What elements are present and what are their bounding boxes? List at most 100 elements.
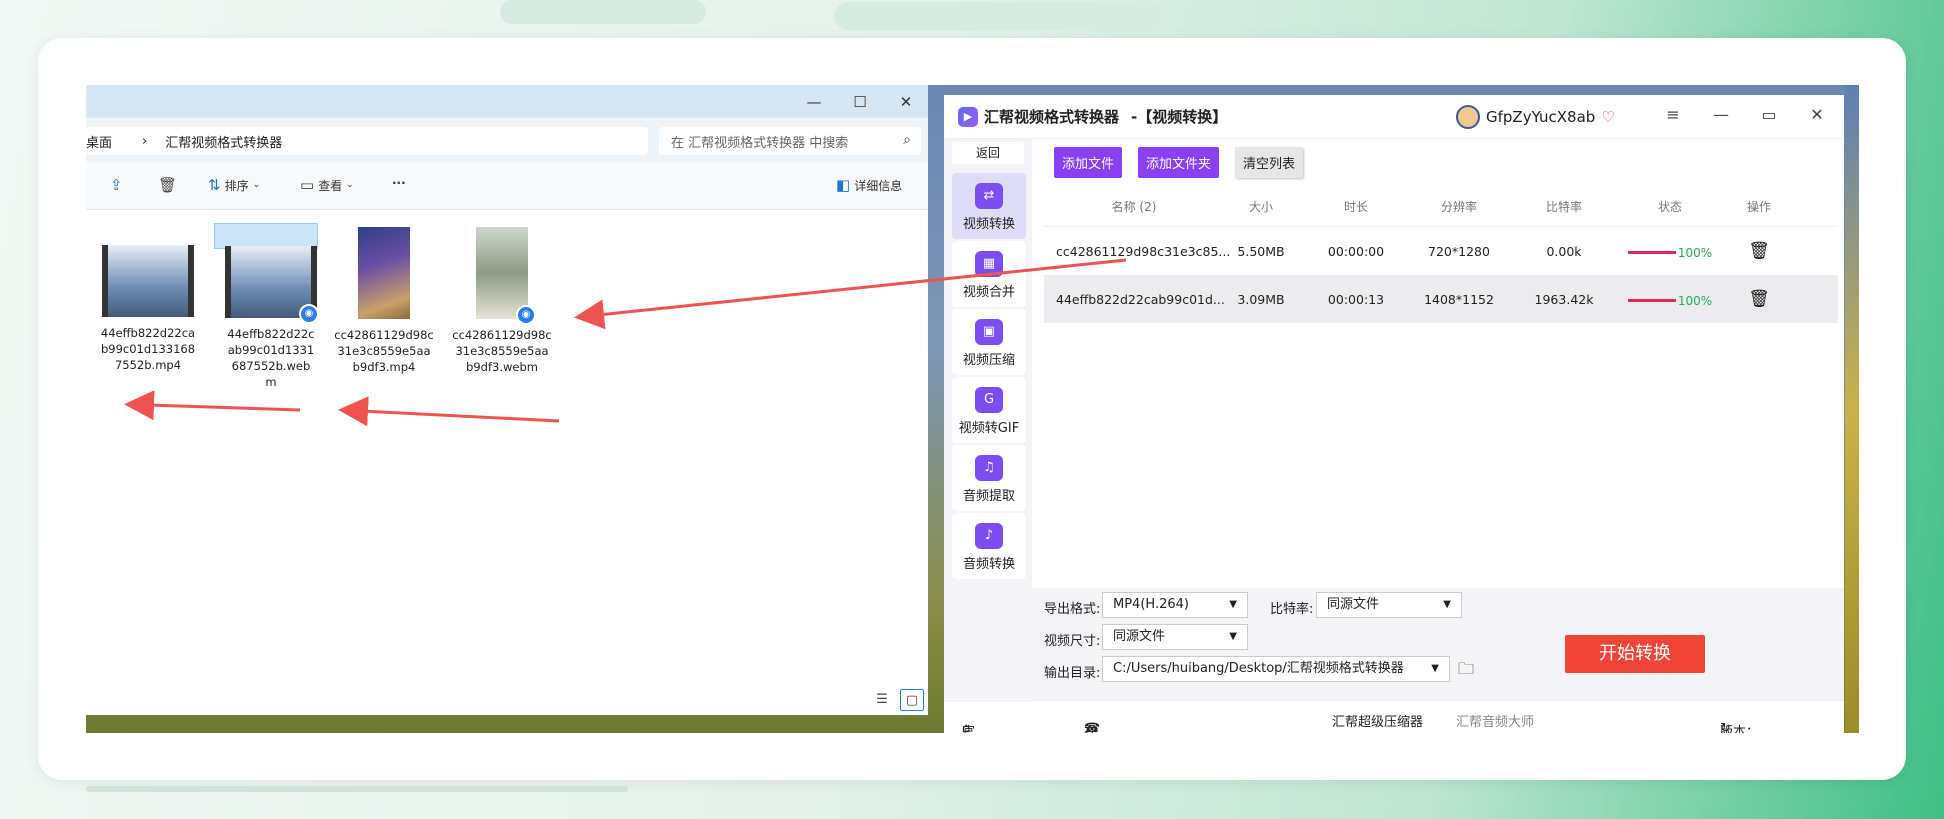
- video-thumbnail-icon: [102, 245, 194, 317]
- chevron-down-icon: ▼: [1229, 599, 1237, 610]
- sidebar-item-audio-convert[interactable]: ♪ 音频转换: [952, 513, 1026, 579]
- add-folder-button[interactable]: 添加文件夹: [1138, 147, 1220, 178]
- format-select[interactable]: MP4(H.264) ▼: [1102, 592, 1248, 618]
- user-account[interactable]: GfpZyYucX8ab ♡: [1456, 105, 1615, 129]
- trash-icon[interactable]: 🗑: [1748, 241, 1770, 261]
- explorer-toolbar: ⇪ 🗑 ⇅ 排序 ⌄ ▭ 查看 ⌄ ··· ◧ 详细信息: [86, 162, 928, 210]
- file-name: cc42861129d98c31e3c8559e5aab9df3.mp4: [334, 328, 434, 374]
- chevron-down-icon: ⌄: [252, 180, 261, 190]
- maximize-button[interactable]: ☐: [840, 91, 880, 113]
- table-row[interactable]: cc42861129d98c31e3c85... 5.50MB 00:00:00…: [1044, 227, 1838, 275]
- close-button[interactable]: ✕: [886, 91, 926, 113]
- details-button[interactable]: ◧ 详细信息: [836, 176, 902, 194]
- view-label: 查看: [318, 178, 343, 193]
- sidebar-item-label: 视频转GIF: [958, 421, 1020, 436]
- trash-icon[interactable]: 🗑: [1748, 289, 1770, 309]
- app-titlebar: ▶ 汇帮视频格式转换器 -【视频转换】 GfpZyYucX8ab ♡ ≡ — ▭…: [944, 95, 1844, 139]
- video-merge-icon: ▦: [975, 251, 1003, 277]
- output-label: 输出目录:: [1044, 666, 1101, 681]
- format-label: 导出格式:: [1044, 602, 1101, 617]
- decorative-bar: [86, 786, 628, 792]
- details-view-icon[interactable]: ☰: [870, 689, 894, 711]
- video-thumbnail-icon: [358, 227, 410, 319]
- table-row[interactable]: 44effb822d22cab99c01d... 3.09MB 00:00:13…: [1044, 275, 1838, 323]
- large-icons-view-icon[interactable]: ▢: [900, 689, 924, 711]
- app-footer: ⌂ 官方网站 ☎ 在线客服 汇帮超级压缩器 汇帮音频大师 ↻ 版本：4.0.1.…: [944, 700, 1844, 733]
- bitrate-label: 比特率:: [1270, 602, 1314, 617]
- back-button[interactable]: 返回: [952, 142, 1024, 164]
- file-name: cc42861129d98c31e3c8559e5aab9df3.webm: [452, 328, 552, 374]
- avatar: [1456, 105, 1480, 129]
- search-icon: ⌕: [903, 132, 911, 148]
- trash-icon: 🗑: [158, 176, 178, 194]
- cell-name: 44effb822d22cab99c01d...: [1056, 291, 1225, 307]
- converter-app-window: ▶ 汇帮视频格式转换器 -【视频转换】 GfpZyYucX8ab ♡ ≡ — ▭…: [944, 95, 1844, 733]
- breadcrumb-desktop[interactable]: 桌面: [86, 132, 112, 151]
- size-select[interactable]: 同源文件 ▼: [1102, 624, 1248, 650]
- file-item[interactable]: ◉ cc42861129d98c31e3c8559e5aab9df3.webm: [450, 223, 554, 374]
- sidebar-item-audio-extract[interactable]: ♫ 音频提取: [952, 445, 1026, 511]
- chevron-down-icon: ▼: [1431, 663, 1439, 674]
- compressor-link[interactable]: 汇帮超级压缩器: [1332, 711, 1423, 730]
- app-badge-icon: ◉: [516, 305, 536, 325]
- bitrate-value: 同源文件: [1327, 597, 1380, 612]
- clear-list-button[interactable]: 清空列表: [1235, 147, 1304, 178]
- share-icon: ⇪: [110, 176, 123, 194]
- file-item-selected[interactable]: ◉ 44effb822d22cab99c01d1331687552b.webm: [214, 223, 319, 389]
- app-name: 汇帮视频格式转换器: [984, 108, 1120, 126]
- progress-text: 100%: [1677, 245, 1713, 260]
- add-file-button[interactable]: 添加文件: [1054, 147, 1123, 178]
- search-placeholder: 在 汇帮视频格式转换器 中搜索: [671, 135, 849, 151]
- wallpaper-strip: [1845, 85, 1859, 733]
- vip-diamond-icon: ♡: [1601, 108, 1615, 126]
- breadcrumb-separator: ›: [142, 133, 148, 149]
- sort-button[interactable]: ⇅ 排序 ⌄: [208, 176, 260, 194]
- desktop-area: — ☐ ✕ 桌面 › 汇帮视频格式转换器 在 汇帮视频格式转换器 中搜索 ⌕ ⇪…: [86, 85, 1859, 733]
- start-convert-button[interactable]: 开始转换: [1565, 635, 1705, 673]
- cell-duration: 00:00:00: [1327, 243, 1385, 259]
- folder-icon[interactable]: 🗀: [1458, 658, 1474, 685]
- file-item[interactable]: 44effb822d22cab99c01d1331687552b.mp4: [96, 223, 200, 373]
- close-button[interactable]: ✕: [1802, 105, 1832, 124]
- breadcrumb[interactable]: 桌面 › 汇帮视频格式转换器: [86, 127, 648, 155]
- view-button[interactable]: ▭ 查看 ⌄: [300, 176, 354, 194]
- share-button[interactable]: ⇪: [110, 176, 123, 194]
- format-value: MP4(H.264): [1113, 597, 1189, 612]
- minimize-button[interactable]: —: [794, 91, 834, 113]
- maximize-button[interactable]: ▭: [1754, 105, 1784, 124]
- output-dir-select[interactable]: C:/Users/huibang/Desktop/汇帮视频格式转换器 ▼: [1102, 656, 1450, 682]
- file-table: 名称 (2) 大小 时长 分辨率 比特率 状态 操作 cc42861129d98…: [1044, 187, 1838, 323]
- address-bar: 桌面 › 汇帮视频格式转换器 在 汇帮视频格式转换器 中搜索 ⌕: [86, 118, 928, 162]
- delete-button[interactable]: 🗑: [158, 176, 177, 194]
- sidebar-item-label: 视频合并: [962, 285, 1015, 300]
- app-subtitle: -【视频转换】: [1131, 108, 1228, 126]
- progress-fill: [1627, 251, 1676, 255]
- app-badge-icon: ◉: [299, 304, 319, 324]
- table-header: 名称 (2) 大小 时长 分辨率 比特率 状态 操作: [1044, 187, 1838, 227]
- sidebar-item-video-convert[interactable]: ⇄ 视频转换: [952, 173, 1026, 239]
- minimize-button[interactable]: —: [1706, 105, 1736, 124]
- progress-fill: [1627, 299, 1676, 303]
- file-explorer-window: — ☐ ✕ 桌面 › 汇帮视频格式转换器 在 汇帮视频格式转换器 中搜索 ⌕ ⇪…: [86, 85, 928, 715]
- menu-icon[interactable]: ≡: [1658, 105, 1688, 124]
- username: GfpZyYucX8ab: [1486, 108, 1596, 126]
- size-value: 同源文件: [1113, 629, 1166, 644]
- column-duration: 时长: [1343, 200, 1368, 214]
- cell-duration: 00:00:13: [1327, 291, 1385, 307]
- search-input[interactable]: 在 汇帮视频格式转换器 中搜索 ⌕: [659, 127, 921, 155]
- more-label: ···: [392, 176, 406, 190]
- audio-master-link[interactable]: 汇帮音频大师: [1456, 711, 1534, 730]
- sidebar-item-label: 音频转换: [962, 557, 1015, 572]
- sidebar-item-label: 音频提取: [962, 489, 1015, 504]
- sidebar-item-video-compress[interactable]: ▣ 视频压缩: [952, 309, 1026, 375]
- more-options-button[interactable]: ···: [392, 176, 406, 190]
- video-thumbnail-icon: ◉: [476, 227, 536, 325]
- file-item[interactable]: cc42861129d98c31e3c8559e5aab9df3.mp4: [332, 223, 436, 374]
- app-logo-icon: ▶: [958, 106, 978, 127]
- breadcrumb-folder[interactable]: 汇帮视频格式转换器: [165, 132, 282, 151]
- cell-action: 🗑: [1716, 241, 1802, 261]
- size-label: 视频尺寸:: [1044, 634, 1101, 649]
- sidebar-item-video-merge[interactable]: ▦ 视频合并: [952, 241, 1026, 307]
- bitrate-select[interactable]: 同源文件 ▼: [1316, 592, 1462, 618]
- sidebar-item-video-gif[interactable]: G 视频转GIF: [952, 377, 1026, 443]
